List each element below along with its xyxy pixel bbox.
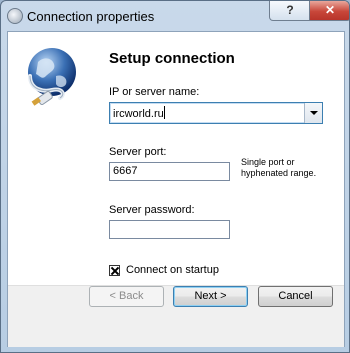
connect-on-startup-label[interactable]: Connect on startup (126, 264, 219, 276)
server-name-value[interactable]: ircworld.ru (113, 106, 165, 123)
window-title: Connection properties (27, 9, 155, 24)
page-title: Setup connection (109, 50, 235, 67)
back-button[interactable]: < Back (89, 286, 164, 307)
connection-properties-window: Connection properties ? ✕ Setup connecti… (0, 0, 350, 353)
server-password-label: Server password: (109, 204, 195, 216)
cancel-button[interactable]: Cancel (258, 286, 333, 307)
window-app-icon (7, 8, 23, 24)
globe-network-icon (28, 48, 76, 106)
help-button[interactable]: ? (269, 1, 311, 21)
server-port-input[interactable]: 6667 (109, 162, 230, 181)
server-name-label: IP or server name: (109, 86, 200, 98)
checkbox-checked-icon[interactable] (109, 265, 120, 276)
title-bar[interactable]: Connection properties ? ✕ (1, 1, 349, 31)
dropdown-arrow-icon[interactable] (304, 103, 322, 123)
port-hint-text: Single port or hyphenated range. (241, 157, 317, 178)
server-name-combobox[interactable]: ircworld.ru (109, 102, 323, 124)
close-button[interactable]: ✕ (309, 1, 349, 21)
next-button[interactable]: Next > (173, 286, 248, 307)
server-password-input[interactable] (109, 220, 230, 239)
server-port-label: Server port: (109, 146, 167, 158)
